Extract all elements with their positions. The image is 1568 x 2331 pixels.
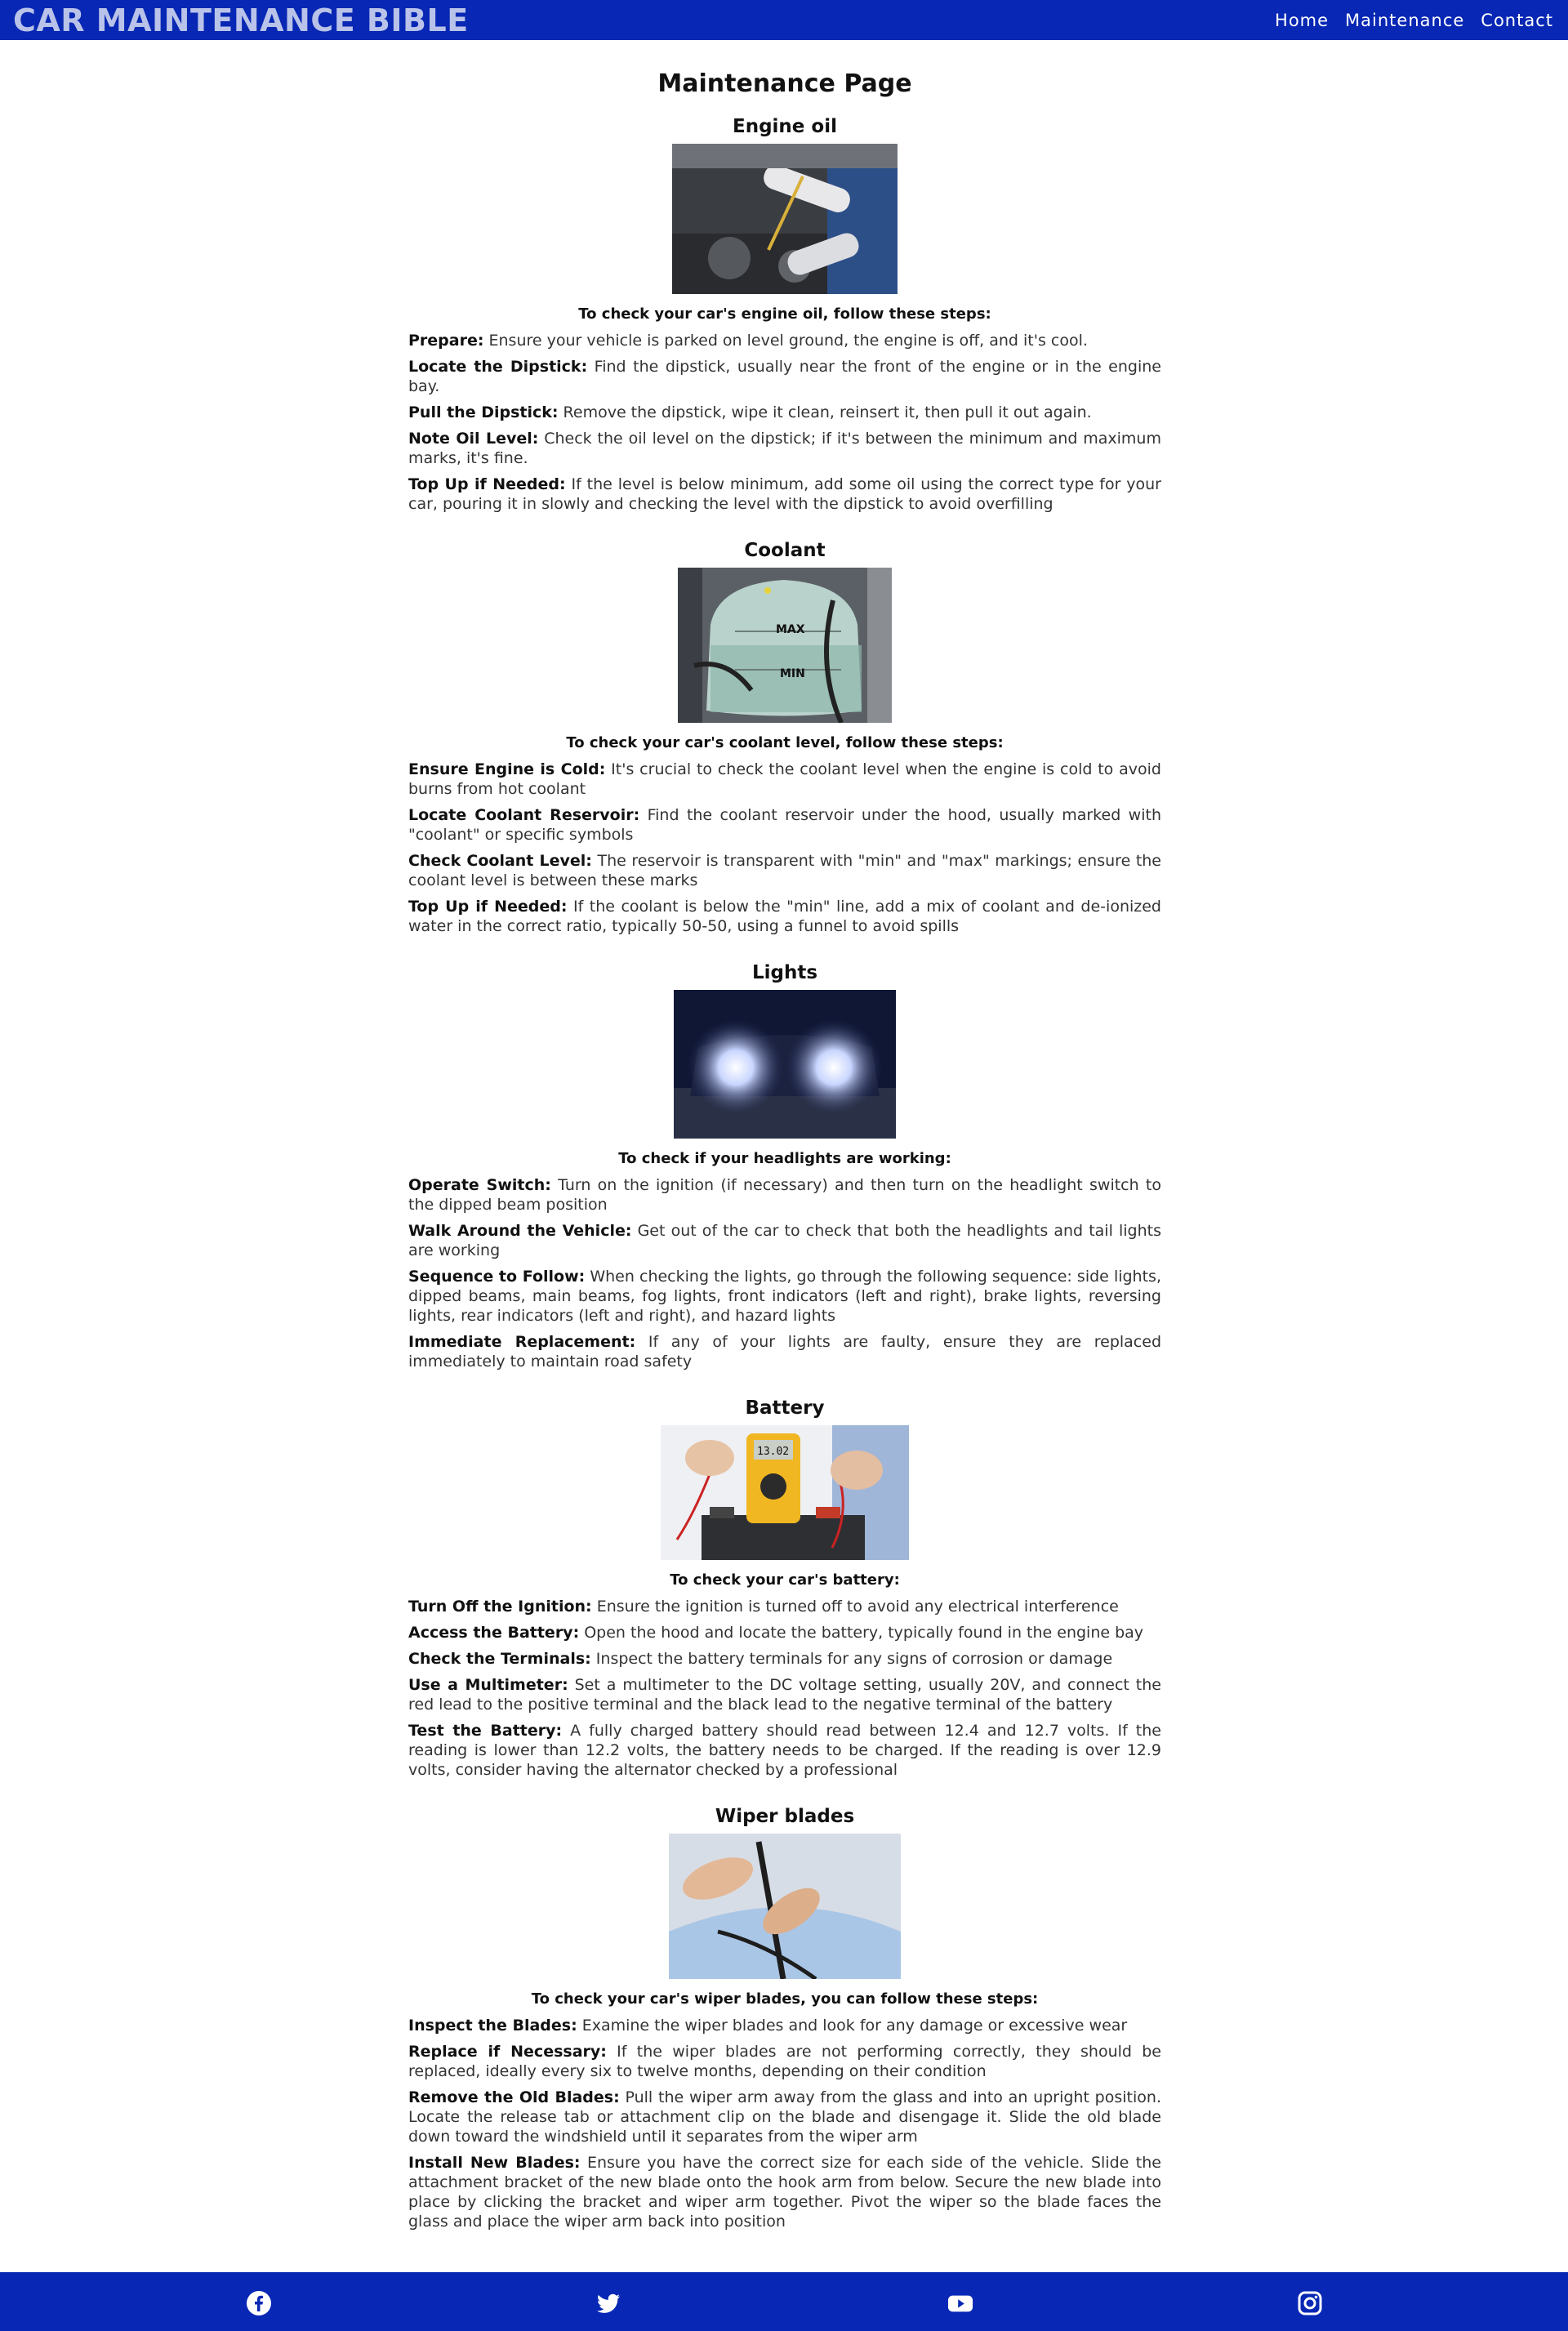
site-footer bbox=[0, 2272, 1568, 2331]
step-label: Replace if Necessary: bbox=[408, 2043, 607, 2061]
min-mark-text: MIN bbox=[780, 667, 805, 680]
step-label: Turn Off the Ignition: bbox=[408, 1598, 592, 1616]
step-label: Locate the Dipstick: bbox=[408, 358, 588, 376]
step-item: Replace if Necessary: If the wiper blade… bbox=[408, 2042, 1161, 2081]
step-item: Pull the Dipstick: Remove the dipstick, … bbox=[408, 403, 1161, 422]
step-item: Walk Around the Vehicle: Get out of the … bbox=[408, 1221, 1161, 1260]
section-wiper-blades: Wiper blades To check your car's wiper b… bbox=[408, 1806, 1161, 2231]
step-label: Inspect the Blades: bbox=[408, 2017, 577, 2035]
section-title: Engine oil bbox=[733, 116, 837, 137]
section-battery: Battery 13.02 To check your car's batter… bbox=[408, 1397, 1161, 1780]
site-logo[interactable]: CAR MAINTENANCE BIBLE bbox=[13, 2, 469, 38]
step-text: Remove the dipstick, wipe it clean, rein… bbox=[558, 403, 1092, 421]
step-text: Inspect the battery terminals for any si… bbox=[590, 1650, 1113, 1668]
step-item: Ensure Engine is Cold: It's crucial to c… bbox=[408, 760, 1161, 799]
step-label: Remove the Old Blades: bbox=[408, 2088, 620, 2106]
step-label: Operate Switch: bbox=[408, 1176, 551, 1194]
step-label: Sequence to Follow: bbox=[408, 1268, 586, 1286]
step-item: Test the Battery: A fully charged batter… bbox=[408, 1721, 1161, 1780]
youtube-icon[interactable] bbox=[947, 2290, 973, 2316]
step-item: Prepare: Ensure your vehicle is parked o… bbox=[408, 331, 1161, 350]
main-content: Maintenance Page Engine oil To check you… bbox=[408, 40, 1161, 2257]
section-intro: To check your car's coolant level, follo… bbox=[566, 734, 1004, 751]
step-label: Install New Blades: bbox=[408, 2154, 581, 2172]
section-intro: To check your car's wiper blades, you ca… bbox=[531, 1990, 1039, 2008]
step-item: Top Up if Needed: If the coolant is belo… bbox=[408, 897, 1161, 936]
section-title: Lights bbox=[751, 962, 818, 983]
step-item: Remove the Old Blades: Pull the wiper ar… bbox=[408, 2088, 1161, 2146]
step-label: Walk Around the Vehicle: bbox=[408, 1222, 632, 1240]
engine-oil-photo bbox=[672, 144, 898, 294]
section-engine-oil: Engine oil To check your car's engine oi… bbox=[408, 116, 1161, 514]
step-item: Immediate Replacement: If any of your li… bbox=[408, 1332, 1161, 1371]
step-item: Top Up if Needed: If the level is below … bbox=[408, 475, 1161, 514]
twitter-icon[interactable] bbox=[595, 2290, 621, 2316]
step-label: Top Up if Needed: bbox=[408, 475, 566, 493]
wiper-blades-photo bbox=[669, 1834, 901, 1979]
step-item: Operate Switch: Turn on the ignition (if… bbox=[408, 1175, 1161, 1215]
step-item: Inspect the Blades: Examine the wiper bl… bbox=[408, 2016, 1161, 2035]
section-intro: To check your car's battery: bbox=[670, 1571, 900, 1589]
section-title: Coolant bbox=[744, 540, 826, 561]
step-text: Ensure the ignition is turned off to avo… bbox=[591, 1598, 1119, 1616]
step-item: Locate the Dipstick: Find the dipstick, … bbox=[408, 357, 1161, 396]
nav-maintenance-link[interactable]: Maintenance bbox=[1345, 11, 1464, 30]
step-item: Locate Coolant Reservoir: Find the coola… bbox=[408, 805, 1161, 845]
step-label: Immediate Replacement: bbox=[408, 1333, 636, 1351]
step-item: Turn Off the Ignition: Ensure the igniti… bbox=[408, 1597, 1161, 1616]
coolant-reservoir-photo: MAX MIN bbox=[678, 568, 892, 723]
section-lights: Lights To check if your headlights are w… bbox=[408, 962, 1161, 1371]
step-item: Access the Battery: Open the hood and lo… bbox=[408, 1623, 1161, 1642]
step-item: Check the Terminals: Inspect the battery… bbox=[408, 1649, 1161, 1669]
step-label: Ensure Engine is Cold: bbox=[408, 760, 606, 778]
section-coolant: Coolant MAX MIN To check your car's cool… bbox=[408, 540, 1161, 936]
step-text: Open the hood and locate the battery, ty… bbox=[579, 1624, 1144, 1642]
step-label: Access the Battery: bbox=[408, 1624, 580, 1642]
step-label: Use a Multimeter: bbox=[408, 1676, 568, 1694]
nav-contact-link[interactable]: Contact bbox=[1481, 11, 1553, 30]
step-label: Test the Battery: bbox=[408, 1722, 563, 1740]
step-item: Use a Multimeter: Set a multimeter to th… bbox=[408, 1675, 1161, 1714]
step-item: Note Oil Level: Check the oil level on t… bbox=[408, 429, 1161, 468]
section-title: Wiper blades bbox=[715, 1806, 855, 1827]
step-label: Note Oil Level: bbox=[408, 430, 539, 448]
site-header: CAR MAINTENANCE BIBLE Home Maintenance C… bbox=[0, 0, 1568, 40]
section-intro: To check your car's engine oil, follow t… bbox=[578, 305, 991, 323]
headlights-photo bbox=[674, 990, 896, 1139]
main-nav: Home Maintenance Contact bbox=[1275, 11, 1553, 30]
step-item: Sequence to Follow: When checking the li… bbox=[408, 1267, 1161, 1326]
step-label: Pull the Dipstick: bbox=[408, 403, 559, 421]
step-text: Examine the wiper blades and look for an… bbox=[577, 2017, 1128, 2035]
step-label: Prepare: bbox=[408, 332, 484, 350]
section-title: Battery bbox=[745, 1397, 825, 1419]
section-intro: To check if your headlights are working: bbox=[618, 1150, 951, 1167]
step-label: Check Coolant Level: bbox=[408, 852, 592, 870]
step-label: Top Up if Needed: bbox=[408, 898, 568, 916]
battery-multimeter-photo: 13.02 bbox=[661, 1425, 909, 1560]
facebook-icon[interactable] bbox=[246, 2290, 272, 2316]
step-label: Locate Coolant Reservoir: bbox=[408, 806, 640, 824]
step-item: Check Coolant Level: The reservoir is tr… bbox=[408, 851, 1161, 890]
step-item: Install New Blades: Ensure you have the … bbox=[408, 2153, 1161, 2231]
multimeter-display-text: 13.02 bbox=[757, 1446, 789, 1458]
page-title: Maintenance Page bbox=[657, 69, 912, 98]
instagram-icon[interactable] bbox=[1297, 2290, 1323, 2316]
step-label: Check the Terminals: bbox=[408, 1650, 591, 1668]
nav-home-link[interactable]: Home bbox=[1275, 11, 1329, 30]
step-text: Ensure your vehicle is parked on level g… bbox=[483, 332, 1088, 350]
max-mark-text: MAX bbox=[776, 623, 805, 636]
